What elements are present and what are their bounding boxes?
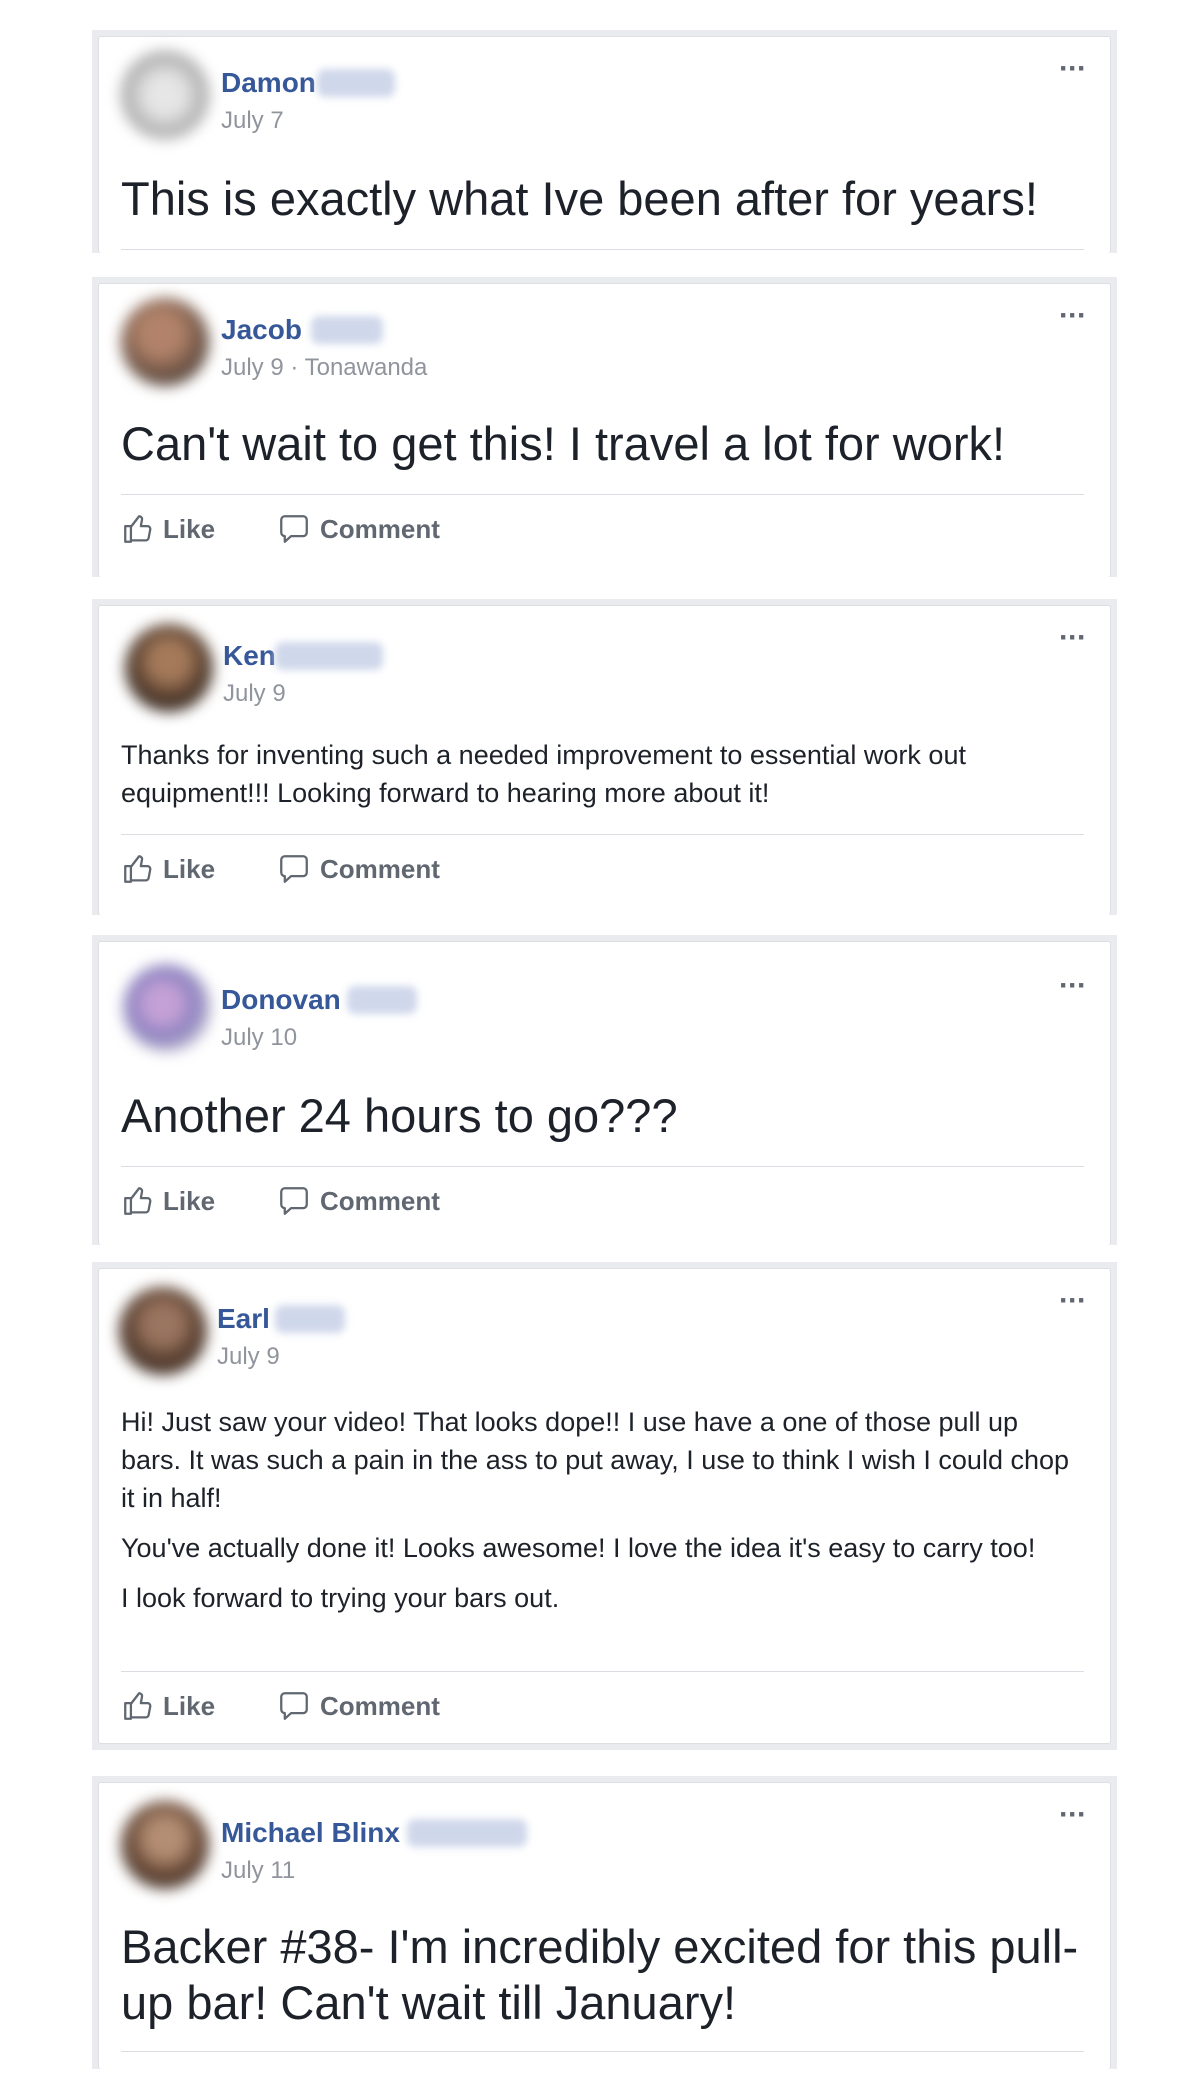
divider [121, 249, 1084, 250]
post-card: Michael Blinx July 11 ··· Backer #38- I'… [98, 1782, 1111, 2069]
divider [121, 2051, 1084, 2052]
post-date[interactable]: July 11 [221, 1857, 295, 1885]
divider [121, 1166, 1084, 1167]
post-card: Earl July 9 ··· Hi! Just saw your video!… [98, 1268, 1111, 1744]
author-name[interactable]: Earl [217, 1303, 270, 1335]
author-surname-blurred [275, 642, 383, 670]
post-ken: Ken July 9 ··· Thanks for inventing such… [92, 599, 1117, 915]
comment-button[interactable]: Comment [276, 1184, 440, 1218]
like-button[interactable]: Like [121, 1184, 215, 1218]
post-damon: Damon July 7 ··· This is exactly what Iv… [92, 30, 1117, 253]
comment-button[interactable]: Comment [276, 852, 440, 886]
more-options-button[interactable]: ··· [1059, 1286, 1087, 1316]
like-label: Like [163, 513, 216, 544]
more-options-button[interactable]: ··· [1059, 1800, 1087, 1830]
more-options-button[interactable]: ··· [1059, 971, 1087, 1001]
divider [121, 1671, 1084, 1672]
post-card: Jacob July 9 · Tonawanda ··· Can't wait … [98, 283, 1111, 577]
author-name[interactable]: Donovan [221, 984, 341, 1016]
author-name[interactable]: Damon [221, 67, 316, 99]
comment-label: Comment [320, 513, 440, 544]
post-michael-blinx: Michael Blinx July 11 ··· Backer #38- I'… [92, 1776, 1117, 2069]
like-label: Like [163, 853, 216, 884]
post-earl: Earl July 9 ··· Hi! Just saw your video!… [92, 1262, 1117, 1750]
comment-bubble-icon [280, 1692, 308, 1720]
like-label: Like [163, 1185, 216, 1216]
post-text: Hi! Just saw your video! That looks dope… [121, 1403, 1084, 1629]
comment-button[interactable]: Comment [276, 512, 440, 546]
more-options-button[interactable]: ··· [1059, 301, 1087, 331]
more-options-button[interactable]: ··· [1059, 623, 1087, 653]
like-button[interactable]: Like [121, 1689, 215, 1723]
author-surname-blurred [347, 986, 417, 1014]
thumbs-up-icon [124, 1692, 152, 1720]
like-label: Like [163, 1690, 216, 1721]
like-button[interactable]: Like [121, 852, 215, 886]
comment-label: Comment [320, 1690, 440, 1721]
author-surname-blurred [275, 1305, 345, 1333]
more-options-button[interactable]: ··· [1059, 54, 1087, 84]
avatar[interactable] [121, 1801, 209, 1889]
avatar[interactable] [121, 51, 209, 139]
avatar[interactable] [121, 298, 209, 386]
thumbs-up-icon [124, 1187, 152, 1215]
thumbs-up-icon [124, 515, 152, 543]
comment-bubble-icon [280, 515, 308, 543]
post-text: Backer #38- I'm incredibly excited for t… [121, 1920, 1079, 2029]
post-donovan: Donovan July 10 ··· Another 24 hours to … [92, 935, 1117, 1245]
comment-bubble-icon [280, 1187, 308, 1215]
comment-label: Comment [320, 1185, 440, 1216]
post-jacob: Jacob July 9 · Tonawanda ··· Can't wait … [92, 277, 1117, 577]
avatar[interactable] [125, 624, 213, 712]
thumbs-up-icon [124, 855, 152, 883]
post-text: Another 24 hours to go??? [121, 1089, 678, 1142]
author-name[interactable]: Michael Blinx [221, 1817, 400, 1849]
author-surname-blurred [311, 316, 383, 344]
divider [121, 834, 1084, 835]
post-date[interactable]: July 9 [223, 680, 286, 708]
like-button[interactable]: Like [121, 512, 215, 546]
comment-bubble-icon [280, 855, 308, 883]
post-card: Donovan July 10 ··· Another 24 hours to … [98, 941, 1111, 1245]
post-date[interactable]: July 7 [221, 107, 284, 135]
post-card: Damon July 7 ··· This is exactly what Iv… [98, 36, 1111, 253]
author-name[interactable]: Ken [223, 640, 276, 672]
post-text: This is exactly what Ive been after for … [121, 172, 1038, 225]
post-date-location[interactable]: July 9 · Tonawanda [221, 354, 427, 382]
comment-label: Comment [320, 853, 440, 884]
author-surname-blurred [407, 1819, 527, 1847]
post-text: Can't wait to get this! I travel a lot f… [121, 417, 1006, 470]
author-surname-blurred [317, 69, 395, 97]
author-name[interactable]: Jacob [221, 314, 302, 346]
post-card: Ken July 9 ··· Thanks for inventing such… [98, 605, 1111, 915]
post-date[interactable]: July 10 [221, 1024, 297, 1052]
post-date[interactable]: July 9 [217, 1343, 280, 1371]
post-paragraph: You've actually done it! Looks awesome! … [121, 1533, 1036, 1563]
comment-button[interactable]: Comment [276, 1689, 440, 1723]
avatar[interactable] [123, 964, 211, 1052]
post-paragraph: I look forward to trying your bars out. [121, 1583, 560, 1613]
avatar[interactable] [119, 1287, 207, 1375]
post-paragraph: Hi! Just saw your video! That looks dope… [121, 1407, 1070, 1513]
post-text: Thanks for inventing such a needed impro… [121, 740, 966, 808]
divider [121, 494, 1084, 495]
